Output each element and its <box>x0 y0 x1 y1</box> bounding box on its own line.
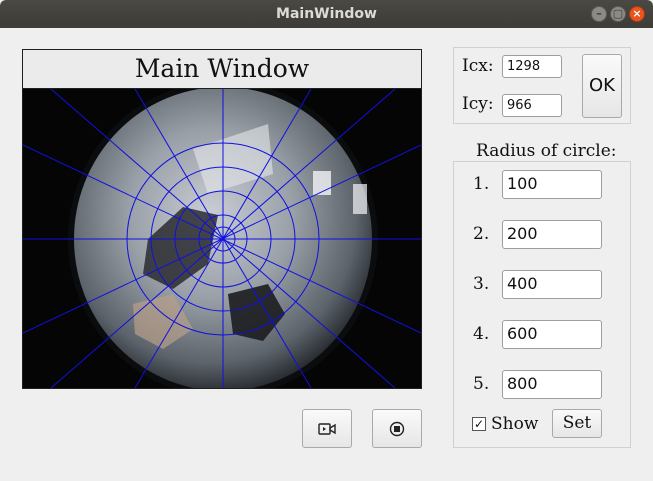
main-window: MainWindow – ▢ × Main Window Icx: 1298 I… <box>0 0 653 481</box>
camera-frame: Main Window <box>22 49 422 389</box>
radius-input-4[interactable]: 600 <box>502 320 602 349</box>
radius-input-1[interactable]: 100 <box>502 170 602 199</box>
radius-num-1: 1. <box>473 174 490 194</box>
fisheye-image <box>23 89 421 388</box>
ok-button[interactable]: OK <box>582 54 622 118</box>
radius-heading: Radius of circle: <box>476 141 617 161</box>
show-checkbox[interactable]: ✓ <box>472 417 486 431</box>
stop-icon <box>389 421 405 437</box>
radius-input-5[interactable]: 800 <box>502 370 602 399</box>
show-label: Show <box>491 414 539 434</box>
radius-num-5: 5. <box>473 374 490 394</box>
set-button[interactable]: Set <box>552 409 602 438</box>
frame-title: Main Window <box>23 50 421 89</box>
radius-input-2[interactable]: 200 <box>502 220 602 249</box>
minimize-button[interactable]: – <box>591 6 607 22</box>
close-button[interactable]: × <box>629 6 645 22</box>
radius-group <box>453 161 631 448</box>
radius-input-3[interactable]: 400 <box>502 270 602 299</box>
video-camera-icon <box>318 423 336 435</box>
record-button[interactable] <box>302 409 352 448</box>
icy-label: Icy: <box>462 94 494 114</box>
title-bar: MainWindow <box>0 0 653 28</box>
radius-num-3: 3. <box>473 274 490 294</box>
stop-button[interactable] <box>372 409 422 448</box>
icy-input[interactable]: 966 <box>502 94 562 117</box>
radius-num-4: 4. <box>473 324 490 344</box>
icx-label: Icx: <box>462 56 494 76</box>
icx-input[interactable]: 1298 <box>502 55 562 78</box>
maximize-button[interactable]: ▢ <box>610 6 626 22</box>
window-title: MainWindow <box>276 6 377 22</box>
radius-num-2: 2. <box>473 224 490 244</box>
